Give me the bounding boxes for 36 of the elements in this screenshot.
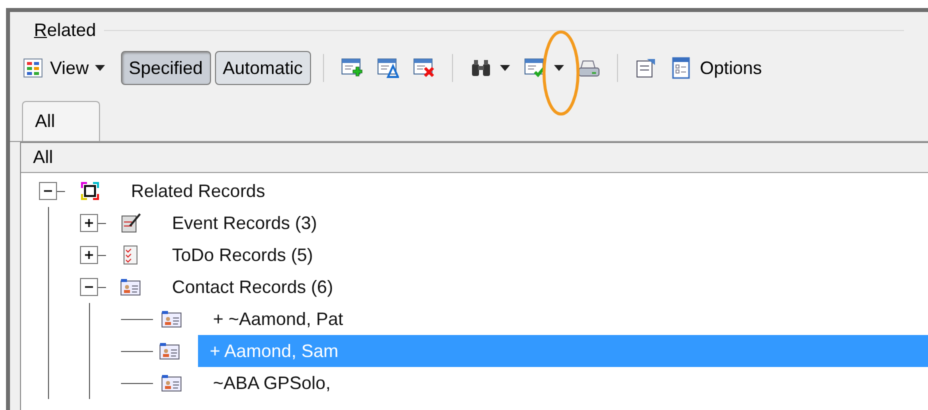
binoculars-icon	[470, 57, 492, 79]
plus-icon	[84, 250, 94, 260]
column-header: All	[21, 143, 928, 173]
caret-icon	[500, 65, 510, 71]
contact-card-icon	[161, 372, 183, 394]
form-icon	[670, 57, 692, 79]
window-check-icon	[524, 57, 546, 79]
tree-item[interactable]: Related Records	[119, 175, 278, 207]
contact-card-icon	[120, 276, 142, 298]
group-label: Related	[34, 18, 96, 42]
tree-item[interactable]: ~ABA GPSolo,	[201, 367, 343, 399]
contact-card-icon	[159, 340, 182, 362]
plus-icon	[84, 218, 94, 228]
tree-item[interactable]: + ~Aamond, Pat	[201, 303, 356, 335]
focus-frame-icon	[79, 180, 101, 202]
caret-icon	[554, 65, 564, 71]
collapse-toggle[interactable]	[80, 278, 98, 296]
window-cross-icon	[412, 57, 435, 79]
expand-toggle[interactable]	[80, 214, 98, 232]
caret-icon	[94, 65, 105, 71]
window-plus-icon	[340, 57, 363, 79]
contact-card-icon	[161, 308, 183, 330]
tree-item[interactable]: Contact Records (6)	[160, 271, 346, 303]
options-button[interactable]: Options	[666, 52, 766, 84]
expand-toggle[interactable]	[80, 246, 98, 264]
collapse-toggle[interactable]	[39, 182, 57, 200]
grid-icon	[22, 57, 44, 79]
toggle-button[interactable]: Automatic	[214, 51, 311, 85]
tree-item[interactable]: ToDo Records (5)	[160, 239, 326, 271]
tree-item[interactable]: Event Records (3)	[160, 207, 330, 239]
view-dropdown[interactable]: View	[18, 52, 109, 84]
toggle-button[interactable]: Specified	[120, 51, 211, 85]
checklist-pen-icon	[120, 212, 142, 234]
properties-icon	[634, 57, 657, 79]
window-triangle-icon	[376, 57, 399, 79]
tab[interactable]: All	[22, 101, 100, 141]
